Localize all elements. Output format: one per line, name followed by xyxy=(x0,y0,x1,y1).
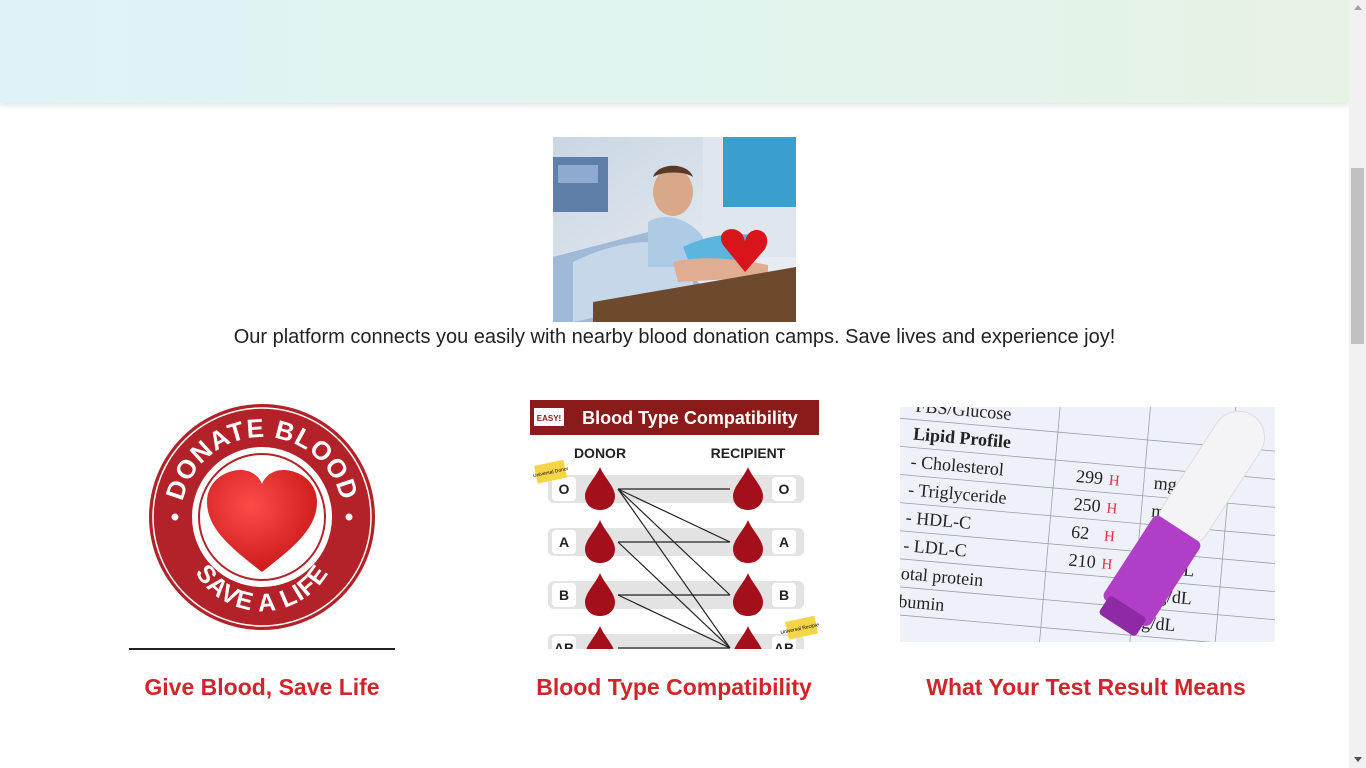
report-value: 250 xyxy=(1073,494,1102,516)
donor-label: DONOR xyxy=(574,445,626,461)
report-value: 210 xyxy=(1068,550,1097,572)
card-title-give-blood[interactable]: Give Blood, Save Life xyxy=(112,674,412,701)
recipient-type-label: A xyxy=(779,534,789,550)
report-test-name: bumin xyxy=(900,591,945,615)
scroll-down-arrow-icon[interactable] xyxy=(1349,751,1366,768)
report-value: 299 xyxy=(1075,466,1104,488)
hero-blood-donation-image xyxy=(553,137,796,322)
compat-row-bar xyxy=(548,634,804,649)
compat-heading: Blood Type Compatibility xyxy=(582,408,798,428)
scroll-up-arrow-icon[interactable] xyxy=(1349,0,1366,17)
report-flag: H xyxy=(1106,501,1118,518)
card-title-blood-type[interactable]: Blood Type Compatibility xyxy=(524,674,824,701)
report-flag: H xyxy=(1101,556,1113,573)
report-flag: H xyxy=(1103,529,1115,546)
recipient-label: RECIPIENT xyxy=(711,445,786,461)
intro-text: Our platform connects you easily with ne… xyxy=(233,326,1116,348)
donor-type-label: O xyxy=(559,481,570,497)
lab-test-report-image: FBS/GlucoseLipid Profile- Cholesterol 299… xyxy=(900,407,1275,642)
scroll-thumb[interactable] xyxy=(1351,168,1364,344)
donate-blood-badge-image: DONATE BLOOD SAVE A LIFE xyxy=(149,404,375,630)
badge-easy: EASY! xyxy=(537,414,561,423)
recipient-type-label: B xyxy=(779,587,789,603)
vertical-scrollbar[interactable] xyxy=(1349,0,1366,768)
card-divider xyxy=(129,648,395,650)
report-value: 62 xyxy=(1070,522,1090,543)
recipient-type-label: O xyxy=(779,481,790,497)
donor-type-label: B xyxy=(559,587,569,603)
report-flag: H xyxy=(1108,473,1120,490)
donor-type-label: A xyxy=(559,534,569,550)
card-title-test-result[interactable]: What Your Test Result Means xyxy=(900,674,1272,701)
page-header xyxy=(0,0,1349,103)
blood-type-compatibility-image: EASY! Blood Type Compatibility DONOR REC… xyxy=(530,400,819,649)
recipient-type-label: AB xyxy=(774,640,794,649)
donor-type-label: AB xyxy=(554,640,574,649)
